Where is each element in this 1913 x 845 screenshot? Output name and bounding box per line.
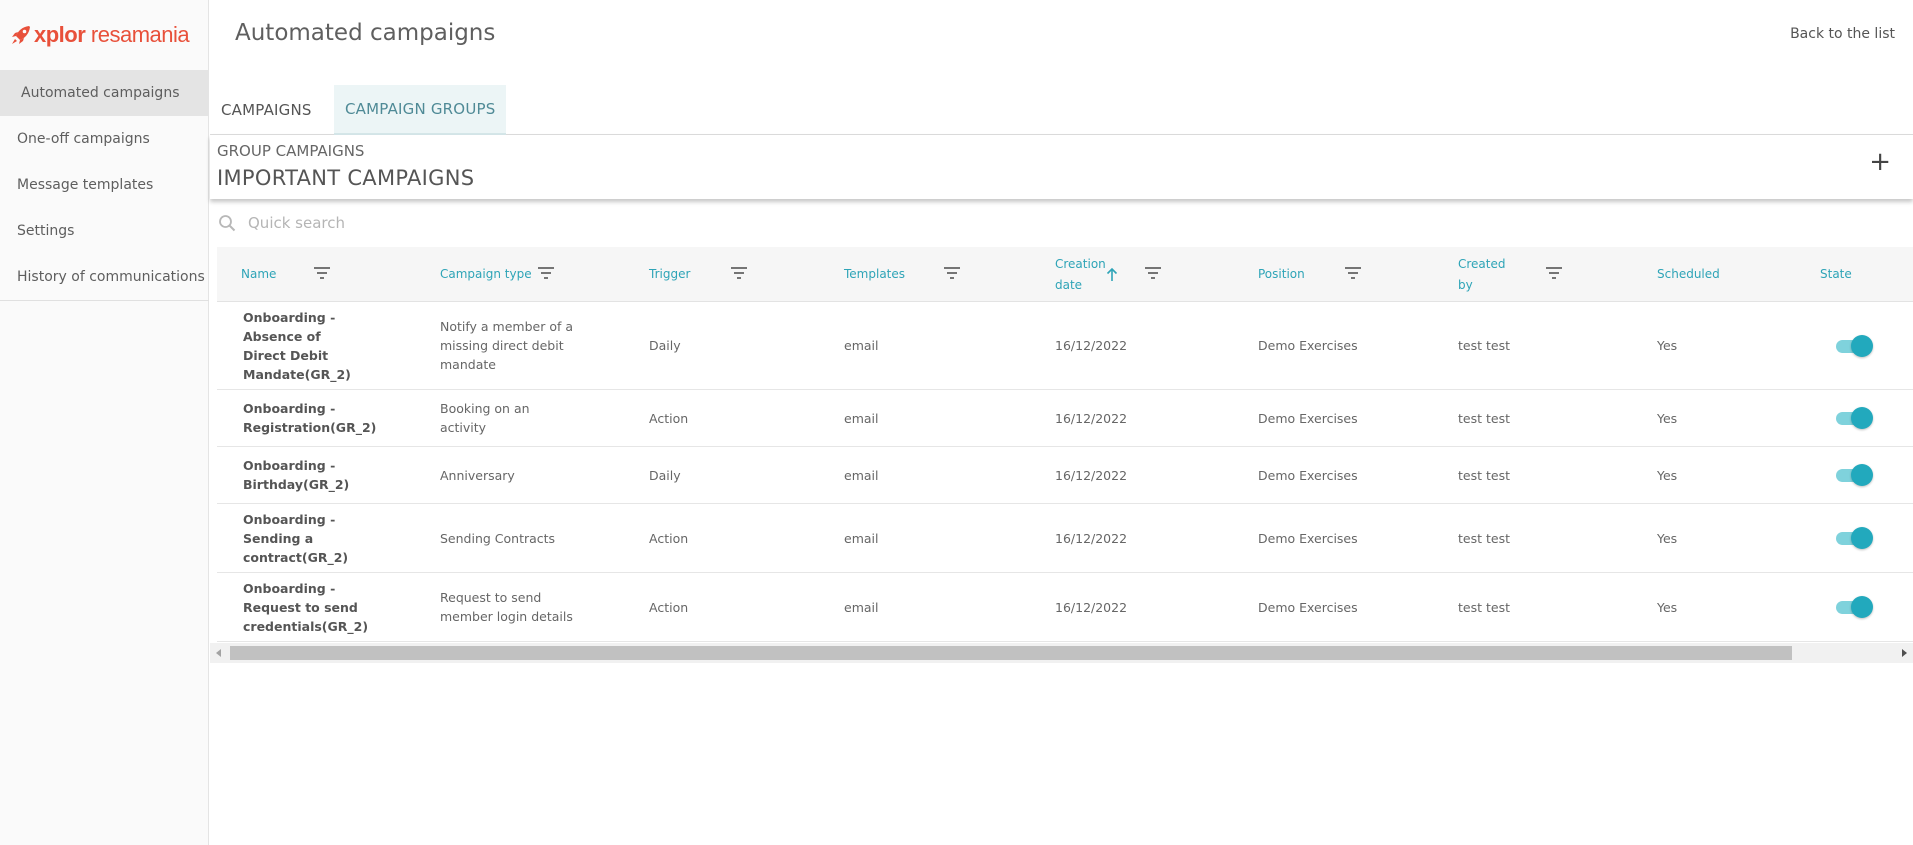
sidebar-item-history[interactable]: History of communications [0,254,209,300]
cell-created-by: test test [1458,530,1510,546]
cell-templates: email [844,467,879,483]
cell-templates: email [844,338,879,353]
campaigns-table: Name Campaign type Trigger Templates Creatio… [217,247,1913,642]
filter-icon[interactable] [730,266,748,280]
sidebar-item-message-templates[interactable]: Message templates [0,162,209,208]
column-header-campaign-type[interactable]: Campaign type [440,247,580,302]
cell-trigger: Daily [649,338,681,353]
toggle-knob [1851,596,1873,618]
cell-creation-date: 16/12/2022 [1055,599,1128,615]
toggle-knob [1851,527,1873,549]
state-toggle[interactable] [1834,334,1873,357]
filter-icon[interactable] [1144,266,1162,280]
toggle-knob [1851,334,1873,357]
scrollbar-thumb[interactable] [230,646,1792,660]
filter-icon[interactable] [313,266,331,280]
brand-logo[interactable]: xplor resamania [9,22,190,48]
horizontal-scrollbar[interactable] [210,643,1913,663]
quick-search [218,210,718,236]
sidebar-item-settings[interactable]: Settings [0,208,209,254]
page-title: Automated campaigns [235,20,496,46]
cell-scheduled: Yes [1657,467,1678,483]
table-header: Name Campaign type Trigger Templates Creatio… [217,247,1913,302]
scroll-right-arrow-icon[interactable] [1902,649,1907,657]
table-row[interactable]: Onboarding - Sending a contract(GR_2) Sen… [217,504,1913,573]
group-header-panel: GROUP CAMPAIGNS IMPORTANT CAMPAIGNS + [210,135,1913,199]
cell-trigger: Action [649,599,689,615]
tab-campaigns[interactable]: CAMPAIGNS [210,85,323,135]
sort-ascending-icon[interactable] [1105,267,1119,282]
cell-creation-date: 16/12/2022 [1055,410,1128,426]
sidebar-nav: Automated campaigns One-off campaigns Me… [0,70,209,301]
cell-creation-date: 16/12/2022 [1055,338,1128,353]
state-toggle[interactable] [1834,527,1873,549]
cell-creation-date: 16/12/2022 [1055,467,1128,483]
cell-name[interactable]: Onboarding - Birthday(GR_2) [243,447,365,503]
sidebar: xplor resamania Automated campaigns One-… [0,0,209,845]
scroll-left-arrow-icon[interactable] [216,649,221,657]
cell-created-by: test test [1458,410,1510,426]
cell-creation-date: 16/12/2022 [1055,530,1128,546]
state-toggle[interactable] [1834,596,1873,618]
cell-created-by: test test [1458,338,1510,353]
column-header-name[interactable]: Name [241,247,371,302]
cell-trigger: Action [649,410,689,426]
filter-icon[interactable] [537,266,555,280]
search-icon [219,215,236,232]
cell-campaign-type: Notify a member of a missing direct debi… [440,319,574,372]
cell-scheduled: Yes [1657,410,1678,426]
cell-position: Demo Exercises [1258,467,1358,483]
cell-campaign-type: Anniversary [440,467,515,483]
cell-trigger: Action [649,530,689,546]
filter-icon[interactable] [1344,266,1362,280]
cell-templates: email [844,599,879,615]
cell-position: Demo Exercises [1258,530,1358,546]
back-to-list-link[interactable]: Back to the list [1790,26,1895,42]
cell-campaign-type: Sending Contracts [440,530,556,546]
cell-created-by: test test [1458,467,1510,483]
cell-templates: email [844,530,879,546]
group-label: GROUP CAMPAIGNS [217,142,365,160]
tab-campaign-groups[interactable]: CAMPAIGN GROUPS [334,85,507,135]
cell-name[interactable]: Onboarding - Absence of Direct Debit Man… [243,302,365,389]
cell-position: Demo Exercises [1258,410,1358,426]
cell-name[interactable]: Onboarding - Registration(GR_2) [243,390,376,446]
rocket-icon [12,26,30,44]
logo-text-xplor: xplor [34,22,86,47]
cell-name[interactable]: Onboarding - Request to send credentials… [243,573,368,641]
cell-trigger: Daily [649,467,681,483]
cell-campaign-type: Booking on an activity [440,401,530,435]
filter-icon[interactable] [943,266,961,280]
toggle-knob [1851,407,1873,429]
table-row[interactable]: Onboarding - Request to send credentials… [217,573,1913,642]
add-campaign-button[interactable]: + [1869,149,1891,175]
tab-bar: CAMPAIGNS CAMPAIGN GROUPS [210,85,1913,135]
table-row[interactable]: Onboarding - Absence of Direct Debit Man… [217,302,1913,390]
logo-text-resamania: resamania [90,22,190,47]
column-header-scheduled[interactable]: Scheduled [1657,247,1757,302]
sidebar-item-one-off-campaigns[interactable]: One-off campaigns [0,116,209,162]
column-header-created-by[interactable]: Created by [1458,247,1518,302]
cell-campaign-type: Request to send member login details [440,590,573,624]
cell-scheduled: Yes [1657,599,1678,615]
group-name: IMPORTANT CAMPAIGNS [217,166,475,190]
cell-position: Demo Exercises [1258,338,1358,353]
table-row[interactable]: Onboarding - Birthday(GR_2) Anniversary Da… [217,447,1913,504]
cell-position: Demo Exercises [1258,599,1358,615]
table-body: Onboarding - Absence of Direct Debit Man… [217,302,1913,642]
state-toggle[interactable] [1834,407,1873,429]
toggle-knob [1851,464,1873,486]
cell-created-by: test test [1458,599,1510,615]
column-header-state[interactable]: State [1820,247,1880,302]
state-toggle[interactable] [1834,464,1873,486]
table-row[interactable]: Onboarding - Registration(GR_2) Booking o… [217,390,1913,447]
filter-icon[interactable] [1545,266,1563,280]
search-input[interactable] [248,214,668,232]
cell-scheduled: Yes [1657,530,1678,546]
cell-templates: email [844,410,879,426]
cell-name[interactable]: Onboarding - Sending a contract(GR_2) [243,504,365,572]
cell-scheduled: Yes [1657,338,1678,353]
sidebar-item-automated-campaigns[interactable]: Automated campaigns [0,70,209,116]
